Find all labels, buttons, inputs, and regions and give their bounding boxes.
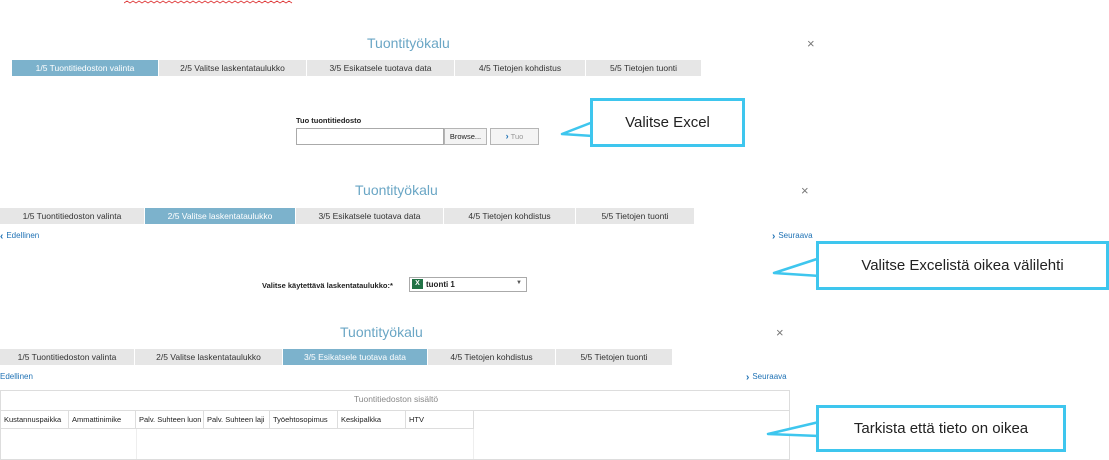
import-file-field[interactable] <box>296 128 444 145</box>
spellcheck-squiggle <box>124 0 293 4</box>
next-label: Seuraava <box>752 372 787 381</box>
tab-file-selection[interactable]: 1/5 Tuontitiedoston valinta <box>12 60 159 76</box>
tab-file-selection[interactable]: 1/5 Tuontitiedoston valinta <box>0 349 135 365</box>
chevron-right-icon: › <box>505 131 509 141</box>
import-button[interactable]: › Tuo <box>490 128 539 145</box>
column-header[interactable]: Työehtosopimus <box>270 411 338 429</box>
previous-link[interactable]: Edellinen <box>0 372 33 381</box>
excel-icon: X <box>412 279 423 289</box>
dialog-title: Tuontityökalu <box>355 182 438 198</box>
callout-pointer <box>766 420 820 438</box>
tab-preview-data[interactable]: 3/5 Esikatsele tuotava data <box>296 208 444 224</box>
tab-file-selection[interactable]: 1/5 Tuontitiedoston valinta <box>0 208 145 224</box>
callout-check-data: Tarkista että tieto on oikea <box>816 405 1066 452</box>
tab-data-mapping[interactable]: 4/5 Tietojen kohdistus <box>455 60 586 76</box>
chevron-right-icon: › <box>772 231 776 242</box>
callout-select-sheet: Valitse Excelistä oikea välilehti <box>816 241 1109 290</box>
callout-select-excel: Valitse Excel <box>590 98 745 147</box>
column-header[interactable]: Palv. Suhteen luon <box>136 411 204 429</box>
tab-preview-data[interactable]: 3/5 Esikatsele tuotava data <box>283 349 428 365</box>
column-header[interactable]: HTV <box>406 411 474 429</box>
next-link[interactable]: › Seuraava <box>746 372 787 383</box>
tab-select-sheet[interactable]: 2/5 Valitse laskentataulukko <box>159 60 307 76</box>
close-icon[interactable]: × <box>801 183 809 198</box>
tab-data-mapping[interactable]: 4/5 Tietojen kohdistus <box>428 349 556 365</box>
previous-label: Edellinen <box>6 231 40 240</box>
column-divider <box>473 429 474 459</box>
sheet-select-label: Valitse käytettävä laskentataulukko:* <box>262 281 393 290</box>
tab-data-import[interactable]: 5/5 Tietojen tuonti <box>586 60 702 76</box>
tab-data-import[interactable]: 5/5 Tietojen tuonti <box>576 208 695 224</box>
tab-data-import[interactable]: 5/5 Tietojen tuonti <box>556 349 673 365</box>
browse-button[interactable]: Browse... <box>444 128 487 145</box>
column-divider <box>136 429 137 459</box>
chevron-left-icon: ‹ <box>0 231 4 242</box>
previous-label: Edellinen <box>0 372 33 381</box>
sheet-select[interactable]: X tuonti 1 ▼ <box>409 277 527 292</box>
close-icon[interactable]: × <box>776 325 784 340</box>
preview-grid: Tuontitiedoston sisältö Kustannuspaikka … <box>0 390 790 460</box>
next-link[interactable]: › Seuraava <box>772 231 813 242</box>
browse-label: Browse... <box>449 132 482 141</box>
tab-select-sheet[interactable]: 2/5 Valitse laskentataulukko <box>145 208 296 224</box>
column-header[interactable]: Keskipalkka <box>338 411 406 429</box>
grid-title: Tuontitiedoston sisältö <box>353 394 439 404</box>
column-header[interactable]: Ammattinimike <box>69 411 136 429</box>
dialog-title: Tuontityökalu <box>367 35 450 51</box>
tab-select-sheet[interactable]: 2/5 Valitse laskentataulukko <box>135 349 283 365</box>
close-icon[interactable]: × <box>807 36 815 51</box>
previous-link[interactable]: ‹ Edellinen <box>0 231 39 242</box>
chevron-right-icon: › <box>746 372 750 383</box>
import-file-label: Tuo tuontitiedosto <box>296 116 362 125</box>
next-label: Seuraava <box>778 231 813 240</box>
import-label: Tuo <box>510 132 524 141</box>
tab-preview-data[interactable]: 3/5 Esikatsele tuotava data <box>307 60 455 76</box>
column-header[interactable]: Kustannuspaikka <box>1 411 69 429</box>
chevron-down-icon: ▼ <box>516 280 522 286</box>
tab-data-mapping[interactable]: 4/5 Tietojen kohdistus <box>444 208 576 224</box>
callout-pointer <box>772 256 821 278</box>
column-header[interactable]: Palv. Suhteen laji <box>204 411 270 429</box>
sheet-select-value: tuonti 1 <box>426 280 455 289</box>
dialog-title: Tuontityökalu <box>340 324 423 340</box>
